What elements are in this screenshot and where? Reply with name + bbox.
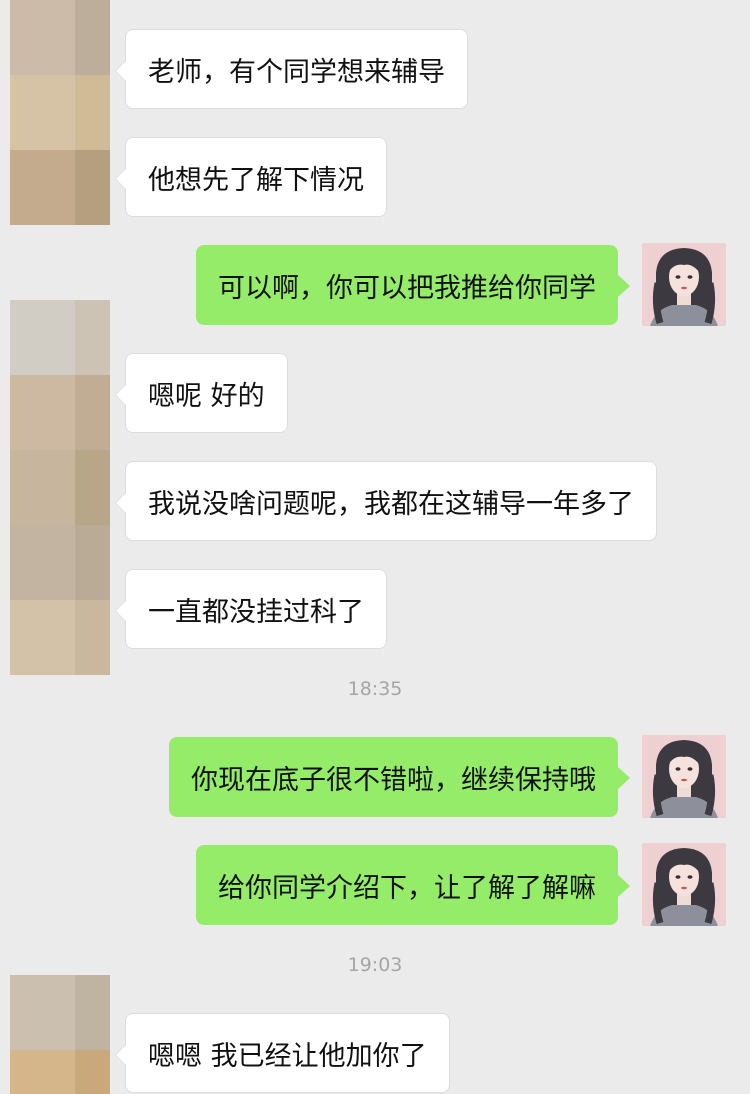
- message-timestamp: 19:03: [347, 954, 403, 976]
- chat-window: 老师，有个同学想来辅导 他想先了解下情况 可以啊，你可以把我推给你同学 嗯呢 好…: [0, 0, 750, 1094]
- message-text: 给你同学介绍下，让了解了解嘛: [218, 872, 596, 904]
- self-avatar[interactable]: [642, 735, 726, 818]
- girl-portrait-avatar-icon: [642, 735, 726, 818]
- incoming-message-bubble[interactable]: 嗯呢 好的: [115, 353, 288, 433]
- incoming-message-bubble[interactable]: 他想先了解下情况: [115, 137, 387, 217]
- message-text: 嗯嗯 我已经让他加你了: [148, 1040, 427, 1072]
- message-text: 嗯呢 好的: [148, 380, 265, 412]
- message-text: 你现在底子很不错啦，继续保持哦: [191, 764, 596, 796]
- contact-avatar-blurred[interactable]: [10, 0, 110, 225]
- message-text: 他想先了解下情况: [148, 164, 364, 196]
- message-text: 一直都没挂过科了: [148, 596, 364, 628]
- outgoing-message-bubble[interactable]: 你现在底子很不错啦，继续保持哦: [169, 737, 630, 817]
- contact-avatar-blurred[interactable]: [10, 300, 110, 675]
- incoming-message-bubble[interactable]: 嗯嗯 我已经让他加你了: [115, 1013, 450, 1093]
- outgoing-message-bubble[interactable]: 可以啊，你可以把我推给你同学: [196, 245, 630, 325]
- girl-portrait-avatar-icon: [642, 843, 726, 926]
- incoming-message-bubble[interactable]: 我说没啥问题呢，我都在这辅导一年多了: [115, 461, 657, 541]
- incoming-message-bubble[interactable]: 一直都没挂过科了: [115, 569, 387, 649]
- self-avatar[interactable]: [642, 243, 726, 326]
- message-text: 可以啊，你可以把我推给你同学: [218, 272, 596, 304]
- contact-avatar-blurred[interactable]: [10, 975, 110, 1094]
- incoming-message-bubble[interactable]: 老师，有个同学想来辅导: [115, 29, 468, 109]
- girl-portrait-avatar-icon: [642, 243, 726, 326]
- message-text: 我说没啥问题呢，我都在这辅导一年多了: [148, 488, 634, 520]
- outgoing-message-bubble[interactable]: 给你同学介绍下，让了解了解嘛: [196, 845, 630, 925]
- self-avatar[interactable]: [642, 843, 726, 926]
- message-timestamp: 18:35: [347, 678, 403, 700]
- message-text: 老师，有个同学想来辅导: [148, 56, 445, 88]
